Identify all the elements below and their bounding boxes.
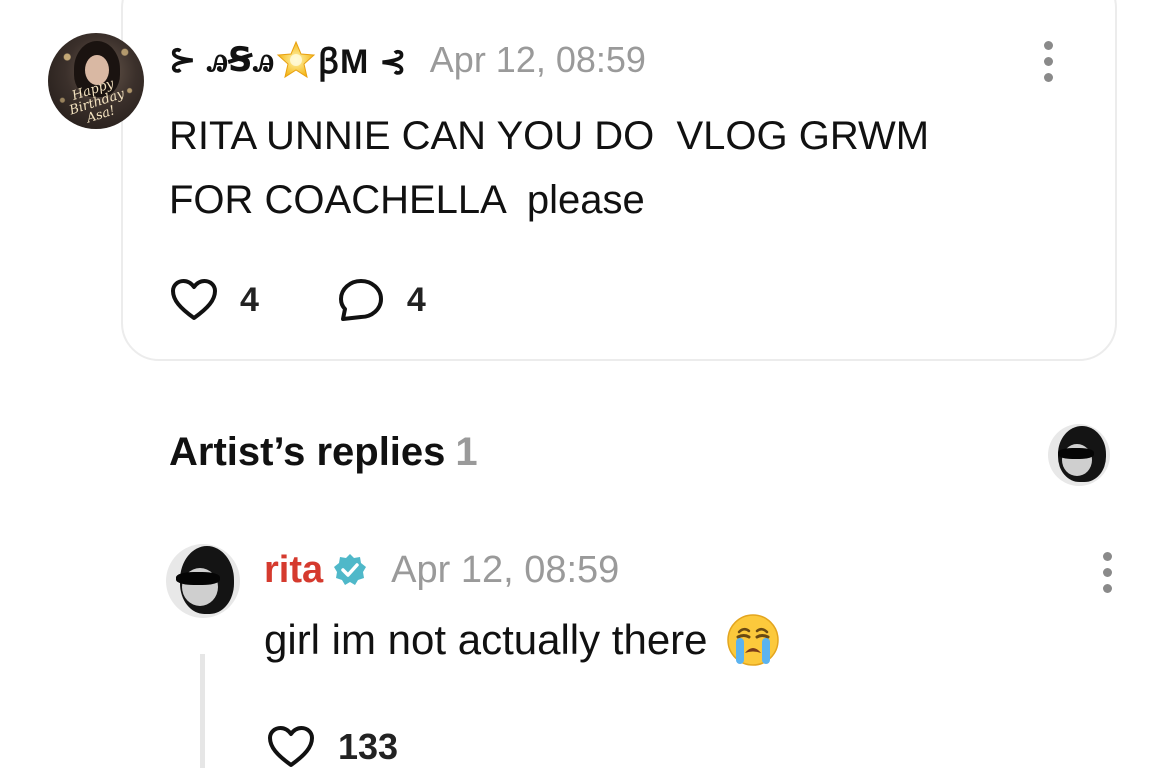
reply-timestamp: Apr 12, 08:59: [391, 548, 620, 591]
post-actions: 4 4: [170, 277, 504, 323]
reply-header: rita Apr 12, 08:59: [264, 545, 619, 595]
post-timestamp: Apr 12, 08:59: [429, 39, 646, 80]
crying-face-icon: [726, 614, 779, 666]
comment-thread-page: Happy Birthday Asa! ⊱ ꭿꞨꭿ ꞵM ⊰ Apr 12, 0…: [0, 0, 1170, 768]
reply-more-icon[interactable]: [1103, 552, 1113, 594]
post-username-suffix[interactable]: ꞵM ⊰: [318, 37, 408, 83]
artist-replies-title: Artist’s replies: [169, 430, 446, 474]
reply-body: girl im not actually there: [264, 612, 780, 668]
star-icon: [276, 40, 316, 79]
artist-replies-heading: Artist’s replies 1: [169, 430, 478, 475]
comment-button[interactable]: 4: [337, 277, 426, 323]
post-header: ⊱ ꭿꞨꭿ ꞵM ⊰ Apr 12, 08:59: [168, 36, 646, 84]
post-more-icon[interactable]: [1044, 41, 1054, 83]
post-author-avatar[interactable]: Happy Birthday Asa!: [48, 33, 144, 129]
like-count: 4: [240, 280, 259, 319]
reply-text: girl im not actually there: [264, 616, 708, 663]
artist-replies-count: 1: [455, 430, 478, 474]
heart-icon: [268, 726, 314, 767]
comment-icon: [338, 279, 383, 321]
artist-avatar-small[interactable]: [1048, 424, 1110, 486]
reply-username[interactable]: rita: [264, 549, 323, 592]
reply-actions: 133: [266, 724, 398, 768]
heart-icon: [171, 279, 217, 320]
comment-count: 4: [406, 280, 426, 319]
post-body: RITA UNNIE CAN YOU DO VLOG GRWM FOR COAC…: [169, 114, 930, 222]
reply-like-button[interactable]: 133: [266, 725, 398, 768]
verified-icon: [334, 554, 367, 585]
like-button[interactable]: 4: [170, 278, 259, 322]
reply-author-avatar[interactable]: [166, 544, 240, 618]
post-username-prefix[interactable]: ⊱ ꭿꞨꭿ: [168, 40, 274, 80]
reply-like-count: 133: [338, 726, 399, 767]
thread-line: [200, 654, 205, 768]
